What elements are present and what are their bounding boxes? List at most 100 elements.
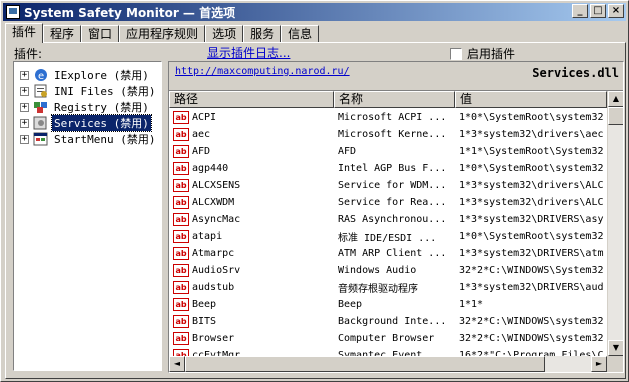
list-row[interactable]: ab aec Microsoft Kerne... 1*3*system32\driv…: [169, 126, 605, 143]
list-row[interactable]: ab ALCXWDM Service for Rea... 1*3*system32\…: [169, 194, 605, 211]
title-bar[interactable]: System Safety Monitor — 首选项 _ □ ×: [3, 3, 626, 21]
enable-plugin-checkbox[interactable]: 启用插件: [450, 45, 515, 62]
tree-item-startmenu[interactable]: + StartMenu (禁用): [20, 131, 157, 147]
plugins-label: 插件:: [14, 47, 43, 61]
row-name: 音频存根驱动程序: [338, 284, 418, 295]
string-value-icon: ab: [173, 128, 189, 141]
column-header-value[interactable]: 值: [455, 91, 607, 108]
plugin-url-link[interactable]: http://maxcomputing.narod.ru/: [175, 66, 350, 77]
row-name: Microsoft ACPI ...: [338, 112, 447, 123]
enable-plugin-label: 启用插件: [467, 47, 516, 61]
row-value: 1*3*system32\DRIVERS\asy: [459, 214, 604, 225]
tree-item-services[interactable]: + Services (禁用): [20, 114, 152, 132]
services-list[interactable]: 路径 名称 值 ab ACPI Microsoft ACPI ... 1*0*\Sys…: [169, 90, 623, 372]
tab-info[interactable]: 信息: [281, 25, 320, 43]
svg-text:e: e: [38, 71, 44, 82]
string-value-icon: ab: [173, 179, 189, 192]
close-button[interactable]: ×: [608, 4, 624, 18]
tree-item-iexplore[interactable]: + e IExplore (禁用): [20, 67, 151, 83]
show-plugin-log-link[interactable]: 显示插件日志...: [207, 44, 290, 61]
list-row[interactable]: ab ALCXSENS Service for WDM... 1*3*system32…: [169, 177, 605, 194]
row-name: Intel AGP Bus F...: [338, 163, 447, 174]
row-value: 1*3*system32\drivers\ALC: [459, 197, 604, 208]
plugin-file-name: Services.dll: [532, 66, 619, 80]
ini-file-icon: [34, 84, 47, 98]
row-path: ALCXWDM: [192, 197, 235, 208]
row-name: Microsoft Kerne...: [338, 129, 447, 140]
row-path: ACPI: [192, 112, 217, 123]
column-header-name[interactable]: 名称: [334, 91, 455, 108]
expand-icon[interactable]: +: [20, 118, 29, 128]
row-name: ATM ARP Client ...: [338, 248, 447, 259]
tab-programs[interactable]: 程序: [43, 25, 82, 43]
string-value-icon: ab: [173, 298, 189, 311]
list-row[interactable]: ab AudioSrv Windows Audio 32*2*C:\WINDOWS\S…: [169, 262, 605, 279]
tab-windows[interactable]: 窗口: [81, 25, 120, 43]
list-row[interactable]: ab AFD AFD 1*1*\SystemRoot\System32: [169, 143, 605, 160]
tree-item-label: Registry (禁用): [54, 101, 149, 114]
list-row[interactable]: ab Browser Computer Browser 32*2*C:\WINDOWS…: [169, 330, 605, 347]
app-icon: [6, 5, 20, 19]
tab-plugins[interactable]: 插件: [5, 23, 44, 43]
expand-icon[interactable]: +: [20, 70, 29, 80]
list-row[interactable]: ab audstub 音频存根驱动程序 1*3*system32\DRIVERS\au…: [169, 279, 605, 296]
plugin-tree[interactable]: + e IExplore (禁用) + INI Files (禁用) + Reg…: [13, 61, 162, 371]
tab-app-rules[interactable]: 应用程序规则: [119, 25, 206, 43]
row-value: 1*0*\SystemRoot\system32: [459, 231, 604, 242]
scroll-left-button[interactable]: ◄: [169, 356, 185, 372]
tree-item-label: StartMenu (禁用): [54, 133, 156, 146]
scroll-up-button[interactable]: ▲: [608, 91, 623, 107]
row-name: Windows Audio: [338, 265, 417, 276]
horizontal-scroll-thumb[interactable]: [185, 356, 545, 372]
list-row[interactable]: ab ACPI Microsoft ACPI ... 1*0*\SystemRoot\…: [169, 109, 605, 126]
ie-icon: e: [35, 69, 47, 82]
expand-icon[interactable]: +: [20, 134, 29, 144]
tab-bar: 插件 程序 窗口 应用程序规则 选项 服务 信息: [5, 23, 320, 43]
tree-item-label: INI Files (禁用): [54, 85, 156, 98]
list-row[interactable]: ab Atmarpc ATM ARP Client ... 1*3*system32\…: [169, 245, 605, 262]
minimize-button[interactable]: _: [572, 4, 588, 18]
string-value-icon: ab: [173, 315, 189, 328]
scroll-right-button[interactable]: ►: [591, 356, 607, 372]
row-path: AFD: [192, 146, 211, 157]
row-value: 1*1*\SystemRoot\System32: [459, 146, 604, 157]
string-value-icon: ab: [173, 230, 189, 243]
string-value-icon: ab: [173, 162, 189, 175]
maximize-button[interactable]: □: [590, 4, 606, 18]
row-path: Atmarpc: [192, 248, 235, 259]
scroll-corner: [607, 356, 623, 372]
list-row[interactable]: ab atapi 标准 IDE/ESDI ... 1*0*\SystemRoot\sy…: [169, 228, 605, 245]
tree-item-ini-files[interactable]: + INI Files (禁用): [20, 83, 157, 99]
row-path: aec: [192, 129, 211, 140]
scroll-thumb[interactable]: [608, 107, 623, 125]
string-value-icon: ab: [173, 111, 189, 124]
list-row[interactable]: ab Beep Beep 1*1*: [169, 296, 605, 313]
row-path: Beep: [192, 299, 217, 310]
expand-icon[interactable]: +: [20, 102, 29, 112]
row-value: 1*0*\SystemRoot\system32: [459, 112, 604, 123]
registry-icon: [34, 102, 47, 113]
tree-item-registry[interactable]: + Registry (禁用): [20, 99, 151, 115]
row-name: RAS Asynchronou...: [338, 214, 447, 225]
scroll-down-button[interactable]: ▼: [608, 340, 623, 356]
checkbox-box[interactable]: [450, 47, 462, 60]
horizontal-scrollbar[interactable]: ◄ ►: [169, 356, 623, 372]
row-value: 1*3*system32\drivers\ALC: [459, 180, 604, 191]
list-row[interactable]: ab BITS Background Inte... 32*2*C:\WINDOWS\…: [169, 313, 605, 330]
string-value-icon: ab: [173, 213, 189, 226]
expand-icon[interactable]: +: [20, 86, 29, 96]
row-path: ALCXSENS: [192, 180, 241, 191]
list-row[interactable]: ab AsyncMac RAS Asynchronou... 1*3*system32…: [169, 211, 605, 228]
vertical-scrollbar[interactable]: ▲ ▼: [607, 91, 623, 356]
column-header-path[interactable]: 路径: [169, 91, 334, 108]
tab-options[interactable]: 选项: [205, 25, 244, 43]
window-title: System Safety Monitor — 首选项: [24, 5, 236, 20]
list-row[interactable]: ab agp440 Intel AGP Bus F... 1*0*\SystemRoo…: [169, 160, 605, 177]
row-value: 1*3*system32\DRIVERS\aud: [459, 282, 604, 293]
string-value-icon: ab: [173, 332, 189, 345]
row-value: 1*1*: [459, 299, 484, 310]
preferences-window: System Safety Monitor — 首选项 _ □ × 插件 程序 …: [0, 0, 629, 382]
tree-item-label: Services (禁用): [51, 114, 152, 132]
tab-services[interactable]: 服务: [243, 25, 282, 43]
row-path: BITS: [192, 316, 217, 327]
